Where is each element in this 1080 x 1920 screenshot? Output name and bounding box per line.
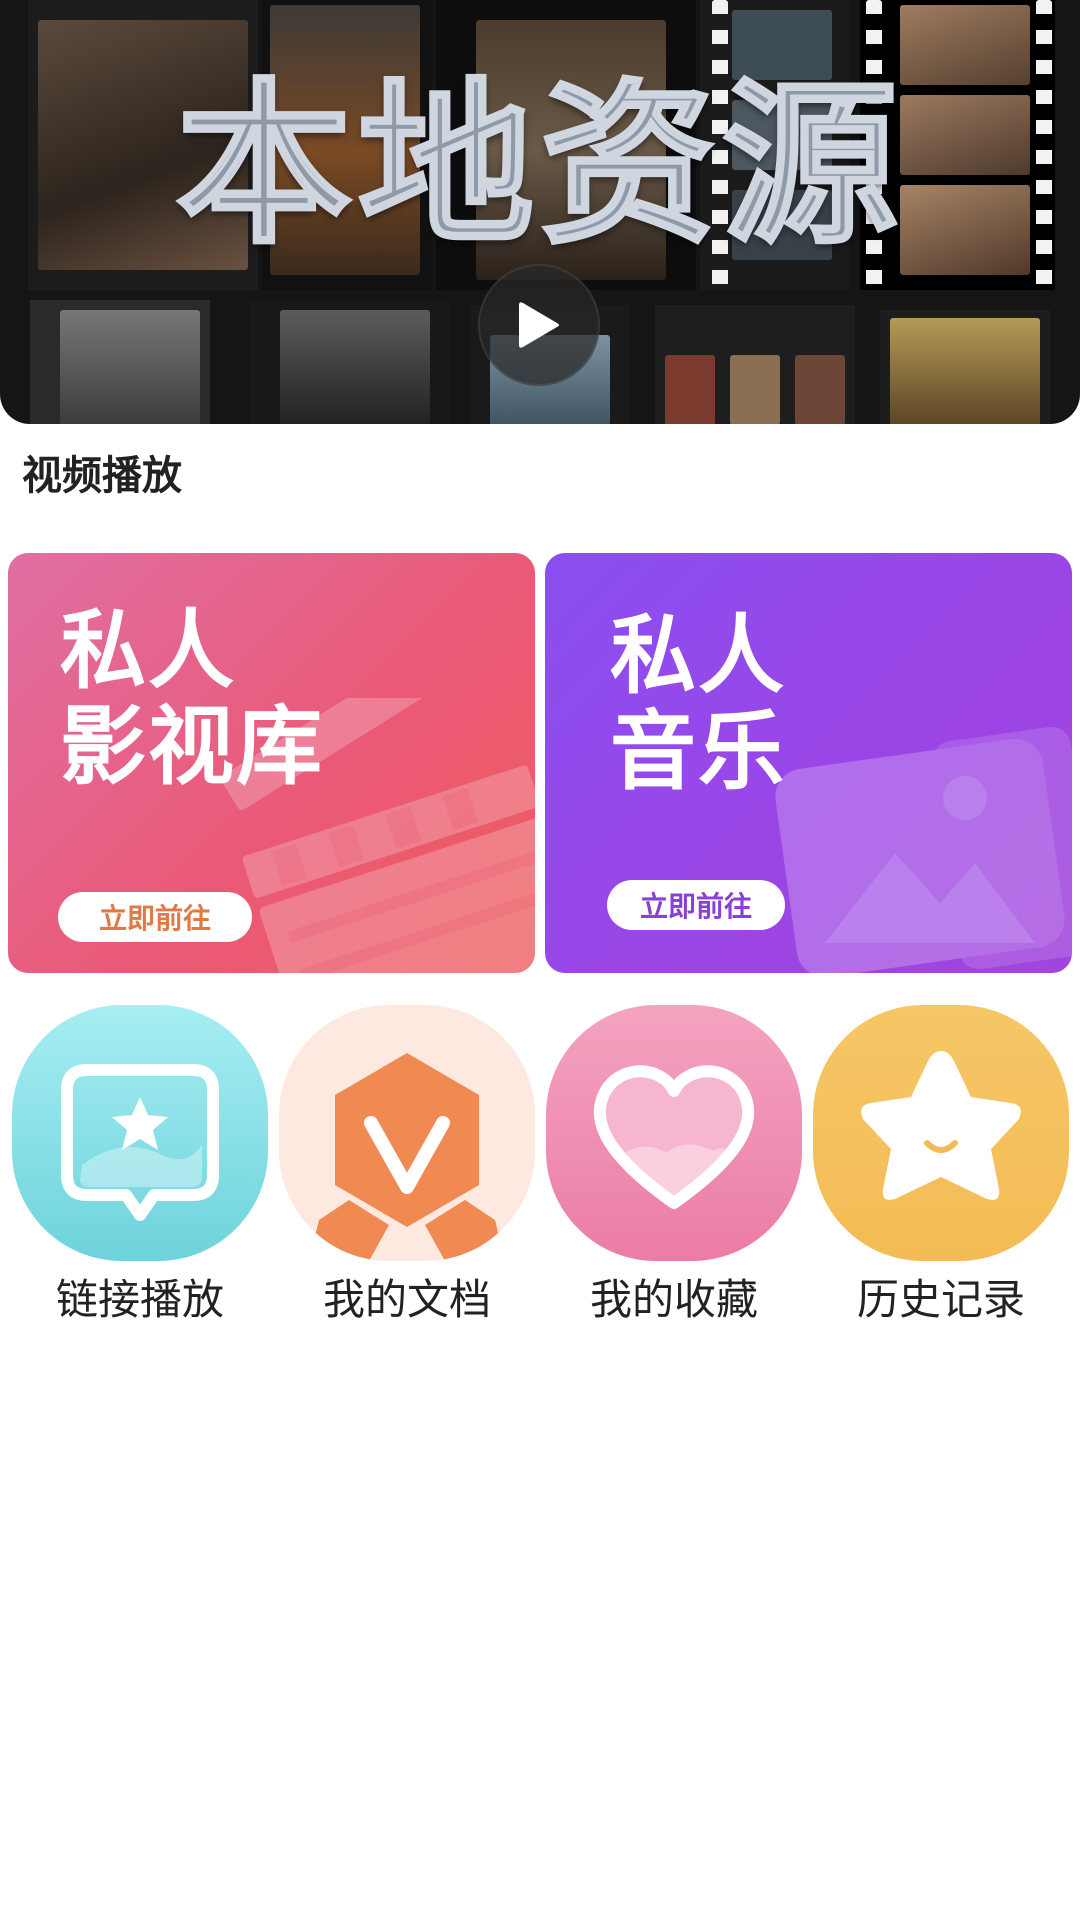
- my-favorites-button[interactable]: [546, 1005, 802, 1261]
- movie-card-title-line2: 影视库: [60, 697, 324, 797]
- heart-icon: [593, 1065, 755, 1209]
- document-icon: [309, 1053, 505, 1261]
- section-title-video-play: 视频播放: [22, 453, 182, 499]
- picture-icon: [775, 726, 1072, 973]
- history-label: 历史记录: [856, 1275, 1025, 1324]
- home-page: 本地资源 视频播放 私人 影视库 立即前往 私人 音乐 立即前往 链接播放 我的…: [0, 0, 1080, 1920]
- link-play-icon: [61, 1064, 219, 1221]
- link-play-label: 链接播放: [55, 1275, 224, 1324]
- link-play-button[interactable]: [12, 1005, 268, 1261]
- music-go-now-button[interactable]: 立即前往: [607, 880, 785, 930]
- local-resources-banner[interactable]: 本地资源: [0, 0, 1080, 424]
- private-music-card[interactable]: 私人 音乐 立即前往: [545, 553, 1072, 973]
- banner-title: 本地资源: [174, 63, 904, 268]
- my-documents-label: 我的文档: [322, 1275, 491, 1324]
- music-card-title-line2: 音乐: [610, 702, 786, 802]
- play-button[interactable]: [478, 264, 600, 386]
- movie-card-title: 私人 影视库: [60, 603, 324, 795]
- music-card-title: 私人 音乐: [610, 608, 786, 800]
- movie-go-now-button[interactable]: 立即前往: [58, 892, 252, 942]
- movie-card-title-line1: 私人: [60, 601, 236, 701]
- history-button[interactable]: [813, 1005, 1069, 1261]
- film-frame: [655, 305, 855, 424]
- film-frame: [30, 300, 210, 424]
- my-favorites-label: 我的收藏: [589, 1275, 758, 1324]
- private-movie-library-card[interactable]: 私人 影视库 立即前往: [8, 553, 535, 973]
- film-frame: [250, 300, 450, 424]
- film-frame: [880, 310, 1050, 424]
- star-icon: [861, 1051, 1021, 1200]
- play-icon: [519, 302, 559, 348]
- my-documents-button[interactable]: [279, 1005, 535, 1261]
- music-card-title-line1: 私人: [610, 606, 786, 706]
